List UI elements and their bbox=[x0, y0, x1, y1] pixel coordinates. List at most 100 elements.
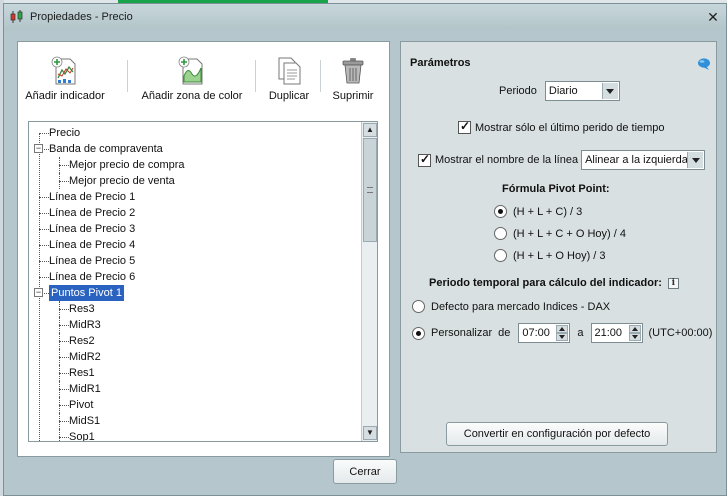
tree-scrollbar[interactable]: ▲ ▼ bbox=[361, 122, 377, 441]
objects-panel: Añadir indicador Añadir zona de color Du… bbox=[17, 41, 390, 457]
help-bubble-icon[interactable] bbox=[697, 57, 711, 71]
add-indicator-button[interactable]: Añadir indicador bbox=[24, 56, 106, 112]
tree-connector bbox=[59, 341, 69, 342]
formula-radio-2[interactable] bbox=[494, 227, 507, 240]
properties-dialog: Propiedades - Precio ✕ Añadir indicador … bbox=[3, 3, 727, 496]
from-time-up-button[interactable] bbox=[556, 325, 569, 333]
custom-period-radio[interactable] bbox=[412, 326, 425, 340]
duplicate-button[interactable]: Duplicar bbox=[266, 56, 312, 112]
dialog-title: Propiedades - Precio bbox=[30, 11, 133, 23]
tree-connector bbox=[39, 197, 49, 198]
show-name-row: ✓ Mostrar el nombre de la línea Alinear … bbox=[418, 150, 706, 170]
collapse-icon[interactable]: − bbox=[34, 288, 43, 297]
default-period-radio[interactable] bbox=[412, 300, 425, 313]
delete-button[interactable]: Suprimir bbox=[330, 56, 376, 112]
tree-item[interactable]: MidS1 bbox=[69, 413, 100, 429]
formula-title: Fórmula Pivot Point: bbox=[502, 183, 610, 195]
tree-connector bbox=[39, 213, 49, 214]
tree-connector bbox=[59, 413, 60, 429]
tree-item[interactable]: Banda de compraventa bbox=[49, 141, 163, 157]
tree-item[interactable]: MidR1 bbox=[69, 381, 101, 397]
formula-radio-3[interactable] bbox=[494, 249, 507, 262]
tree-item[interactable]: Res2 bbox=[69, 333, 95, 349]
tree-item[interactable]: Res1 bbox=[69, 365, 95, 381]
from-time-spinner[interactable]: 07:00 bbox=[518, 323, 571, 343]
to-time-down-button[interactable] bbox=[628, 333, 641, 341]
periodo-row: Periodo Diario bbox=[499, 81, 620, 101]
only-last-row[interactable]: ✓ Mostrar sólo el último perido de tiemp… bbox=[458, 119, 665, 134]
tree-item[interactable]: Puntos Pivot 1 bbox=[49, 285, 124, 301]
candlestick-app-icon bbox=[9, 9, 25, 25]
add-color-zone-button[interactable]: Añadir zona de color bbox=[140, 56, 244, 112]
custom-label: Personalizar bbox=[431, 327, 493, 339]
tree-item[interactable]: MidR3 bbox=[69, 317, 101, 333]
tree-connector bbox=[59, 157, 60, 173]
tree-connector bbox=[59, 349, 60, 365]
scroll-down-button[interactable]: ▼ bbox=[363, 426, 377, 440]
info-icon[interactable]: i bbox=[667, 277, 679, 289]
title-bar[interactable]: Propiedades - Precio ✕ bbox=[4, 4, 726, 30]
custom-period-row: Personalizar de 07:00 a 21:00 (UTC+00:00… bbox=[412, 323, 712, 343]
scrollbar-grip-icon bbox=[367, 187, 373, 193]
to-time-value: 21:00 bbox=[594, 327, 623, 339]
check-icon: ✓ bbox=[420, 151, 431, 166]
show-name-label: Mostrar el nombre de la línea bbox=[435, 154, 579, 166]
tree-connector bbox=[59, 309, 69, 310]
tree-connector bbox=[39, 261, 49, 262]
default-period-label: Defecto para mercado Indices - DAX bbox=[431, 300, 611, 313]
periodo-select[interactable]: Diario bbox=[544, 81, 620, 101]
dialog-content: Añadir indicador Añadir zona de color Du… bbox=[13, 37, 719, 457]
align-value: Alinear a la izquierda bbox=[585, 154, 688, 166]
close-icon: ✕ bbox=[707, 8, 719, 25]
tree-item[interactable]: Línea de Precio 2 bbox=[49, 205, 135, 221]
tree-item[interactable]: Pivot bbox=[69, 397, 93, 413]
tree-item[interactable]: MidR2 bbox=[69, 349, 101, 365]
tree-item[interactable]: Precio bbox=[49, 125, 80, 141]
trash-icon bbox=[339, 56, 367, 86]
scroll-up-button[interactable]: ▲ bbox=[363, 123, 377, 137]
to-time-spinner[interactable]: 21:00 bbox=[590, 323, 643, 343]
add-indicator-icon bbox=[51, 56, 79, 86]
duplicate-label: Duplicar bbox=[268, 90, 310, 102]
formula-option-3[interactable]: (H + L + O Hoy) / 3 bbox=[494, 249, 606, 262]
align-select[interactable]: Alinear a la izquierda bbox=[581, 150, 706, 170]
show-name-checkbox[interactable]: ✓ bbox=[418, 151, 431, 167]
tree-connector bbox=[59, 405, 69, 406]
default-period-option[interactable]: Defecto para mercado Indices - DAX bbox=[412, 300, 610, 313]
from-time-down-button[interactable] bbox=[556, 333, 569, 341]
period-title: Periodo temporal para cálculo del indica… bbox=[429, 277, 662, 289]
from-time-value: 07:00 bbox=[522, 327, 550, 339]
tree-connector bbox=[59, 325, 69, 326]
tree-item[interactable]: Res3 bbox=[69, 301, 95, 317]
tree-item[interactable]: Línea de Precio 6 bbox=[49, 269, 135, 285]
tree-connector bbox=[39, 245, 49, 246]
tree-item[interactable]: Línea de Precio 3 bbox=[49, 221, 135, 237]
tree-connector bbox=[59, 421, 69, 422]
tree-item[interactable]: Línea de Precio 4 bbox=[49, 237, 135, 253]
convert-default-button[interactable]: Convertir en configuración por defecto bbox=[446, 422, 668, 446]
tree-connector bbox=[59, 165, 69, 166]
to-time-up-button[interactable] bbox=[628, 325, 641, 333]
tree-item[interactable]: Mejor precio de compra bbox=[69, 157, 185, 173]
close-button[interactable]: Cerrar bbox=[333, 459, 397, 484]
object-tree[interactable]: Precio − Banda de compraventa Mejor precio … bbox=[28, 121, 378, 442]
tree-connector bbox=[59, 373, 69, 374]
tree-item[interactable]: Línea de Precio 5 bbox=[49, 253, 135, 269]
delete-label: Suprimir bbox=[332, 90, 374, 102]
period-title-row: Periodo temporal para cálculo del indica… bbox=[429, 277, 679, 289]
formula-option-1[interactable]: (H + L + C) / 3 bbox=[494, 205, 582, 218]
tree-item[interactable]: Línea de Precio 1 bbox=[49, 189, 135, 205]
tree-item[interactable]: Sop1 bbox=[69, 429, 95, 441]
tree-connector bbox=[59, 437, 69, 438]
close-window-button[interactable]: ✕ bbox=[704, 8, 722, 26]
formula-radio-1[interactable] bbox=[494, 205, 507, 218]
tree-connector bbox=[39, 277, 49, 278]
formula-option-2[interactable]: (H + L + C + O Hoy) / 4 bbox=[494, 227, 626, 240]
only-last-checkbox[interactable]: ✓ bbox=[458, 119, 471, 134]
scrollbar-thumb[interactable] bbox=[363, 138, 377, 242]
tree-item[interactable]: Mejor precio de venta bbox=[69, 173, 175, 189]
object-tree-content: Precio − Banda de compraventa Mejor precio … bbox=[29, 122, 361, 441]
formula-label-3: (H + L + O Hoy) / 3 bbox=[513, 249, 606, 262]
collapse-icon[interactable]: − bbox=[34, 144, 43, 153]
tree-connector bbox=[59, 389, 69, 390]
